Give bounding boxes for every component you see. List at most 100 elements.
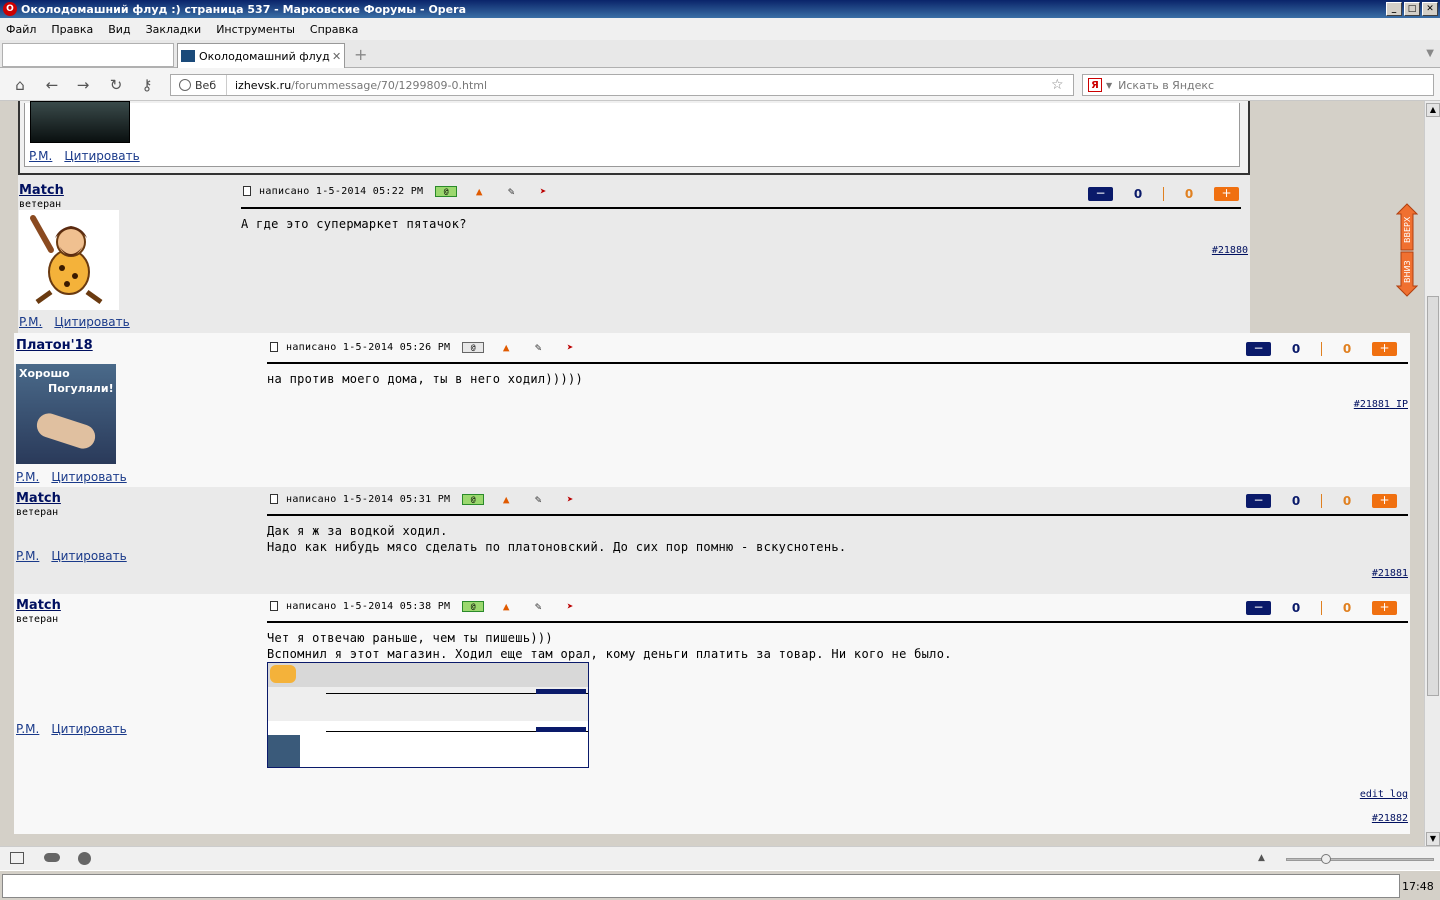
email-icon[interactable]: @ [462,600,485,612]
scroll-down-button[interactable]: ВНИЗ [1396,251,1418,297]
forward-arrow-icon[interactable]: → [73,76,93,94]
menu-tools[interactable]: Инструменты [216,23,295,36]
post-divider [267,621,1408,623]
tab-empty[interactable] [2,43,174,67]
scroll-up-button[interactable]: ВВЕРХ [1396,203,1418,251]
post-anchor-link[interactable]: #21881 IP [1354,399,1408,410]
email-icon[interactable]: @ [435,185,458,197]
quote-link[interactable]: Цитировать [51,722,126,736]
edit-icon[interactable]: ✎ [501,185,521,198]
warning-icon[interactable]: ▲ [469,185,489,198]
search-engine-chevron-down-icon[interactable]: ▼ [1106,81,1112,90]
reload-icon[interactable]: ↻ [106,76,126,94]
url-text[interactable]: izhevsk.ru/forummessage/70/1299809-0.htm… [227,79,1051,92]
post-body: на против моего дома, ты в него ходил)))… [267,371,583,387]
vote-plus-count: 0 [1291,494,1301,508]
scrollbar-up-arrow-icon[interactable]: ▲ [1426,103,1440,117]
quote-link[interactable]: Цитировать [64,149,139,163]
scrollbar-down-arrow-icon[interactable]: ▼ [1426,832,1440,846]
vote-plus-button[interactable]: + [1214,187,1239,201]
maximize-button[interactable]: □ [1404,2,1420,16]
bookmark-star-icon[interactable]: ☆ [1051,77,1073,93]
quote-link[interactable]: Цитировать [51,549,126,563]
quote-link[interactable]: Цитировать [54,315,129,329]
panel-toggle-icon[interactable] [10,852,24,864]
cloud-icon[interactable] [44,853,60,862]
menu-file[interactable]: Файл [6,23,36,36]
email-icon[interactable]: @ [462,341,485,353]
scrollbar-thumb[interactable] [1427,296,1439,696]
ip-link[interactable]: IP [1396,399,1408,410]
pm-link[interactable]: P.M. [16,549,39,563]
quote-link[interactable]: Цитировать [51,470,126,484]
reply-icon[interactable]: ➤ [560,341,580,354]
vote-minus-button[interactable]: − [1246,494,1271,508]
yandex-logo-icon: Я [1088,78,1102,92]
web-label: Веб [195,78,217,92]
menu-help[interactable]: Справка [310,23,358,36]
menu-bookmarks[interactable]: Закладки [146,23,202,36]
zoom-slider-handle[interactable] [1321,854,1331,864]
search-box[interactable]: Я ▼ Искать в Яндекс [1082,74,1434,96]
vote-minus-button[interactable]: − [1246,342,1271,356]
window-titlebar: O Околодомашний флуд :) страница 537 - М… [0,0,1440,18]
reply-icon[interactable]: ➤ [533,185,553,198]
menu-view[interactable]: Вид [108,23,130,36]
vote-plus-button[interactable]: + [1372,601,1397,615]
post-author[interactable]: Match [16,491,61,506]
menu-edit[interactable]: Правка [51,23,93,36]
post-anchor-link[interactable]: #21881 [1372,568,1408,579]
back-arrow-icon[interactable]: ← [42,76,62,94]
post-links: P.M. Цитировать [16,722,139,736]
key-icon[interactable]: ⚷ [137,76,157,94]
zoom-up-arrow-icon[interactable]: ▲ [1258,853,1265,863]
post-anchor-link[interactable]: #21880 [1212,245,1248,256]
post-links: P.M. Цитировать [16,549,139,563]
post-anchor-link[interactable]: #21882 [1372,813,1408,824]
vote-plus-count: 0 [1133,187,1143,201]
post-author[interactable]: Match [19,183,64,198]
vertical-scrollbar[interactable]: ▲ ▼ [1424,101,1440,846]
vote-plus-button[interactable]: + [1372,494,1397,508]
vote-minus-button[interactable]: − [1246,601,1271,615]
address-bar[interactable]: Веб izhevsk.ru/forummessage/70/1299809-0… [170,74,1074,96]
close-button[interactable]: ✕ [1422,2,1438,16]
pm-link[interactable]: P.M. [29,149,52,163]
web-badge[interactable]: Веб [171,75,227,95]
speed-dial-icon[interactable] [78,852,91,865]
email-icon[interactable]: @ [462,493,485,505]
post-author-rank: ветеран [16,507,59,518]
post-date: 1-5-2014 05:31 PM [342,493,451,505]
warning-icon[interactable]: ▲ [496,600,516,613]
reply-icon[interactable]: ➤ [560,600,580,613]
post-anchor-number[interactable]: #21881 [1354,399,1390,410]
vote-minus-button[interactable]: − [1088,187,1113,201]
vote-widget: − 0 0 + [1246,493,1398,509]
edit-icon[interactable]: ✎ [528,493,548,506]
warning-icon[interactable]: ▲ [496,341,516,354]
pm-link[interactable]: P.M. [19,315,42,329]
warning-icon[interactable]: ▲ [496,493,516,506]
vote-plus-button[interactable]: + [1372,342,1397,356]
edit-log-link[interactable]: edit log [1360,789,1408,800]
pm-link[interactable]: P.M. [16,722,39,736]
url-path: /forummessage/70/1299809-0.html [291,78,488,92]
home-icon[interactable]: ⌂ [10,76,30,94]
avatar-caption-2: Погуляли! [48,382,114,395]
taskbar: 17:48 [0,870,1440,900]
post-body: А где это супермаркет пятачок? [241,216,467,232]
reply-icon[interactable]: ➤ [560,493,580,506]
post-date: 1-5-2014 05:38 PM [342,600,451,612]
tab-list-chevron-down-icon[interactable]: ▼ [1426,48,1434,59]
new-tab-icon[interactable]: + [354,47,370,63]
tab-forum[interactable]: Околодомашний флуд :... ✕ [177,43,345,68]
post-author[interactable]: Платон'18 [16,338,93,353]
pm-link[interactable]: P.M. [16,470,39,484]
edit-icon[interactable]: ✎ [528,341,548,354]
edit-icon[interactable]: ✎ [528,600,548,613]
zoom-slider[interactable] [1286,854,1434,864]
tab-close-icon[interactable]: ✕ [332,50,344,63]
post-author[interactable]: Match [16,598,61,613]
screenshot-thumbnail[interactable] [267,662,589,768]
minimize-button[interactable]: _ [1386,2,1402,16]
